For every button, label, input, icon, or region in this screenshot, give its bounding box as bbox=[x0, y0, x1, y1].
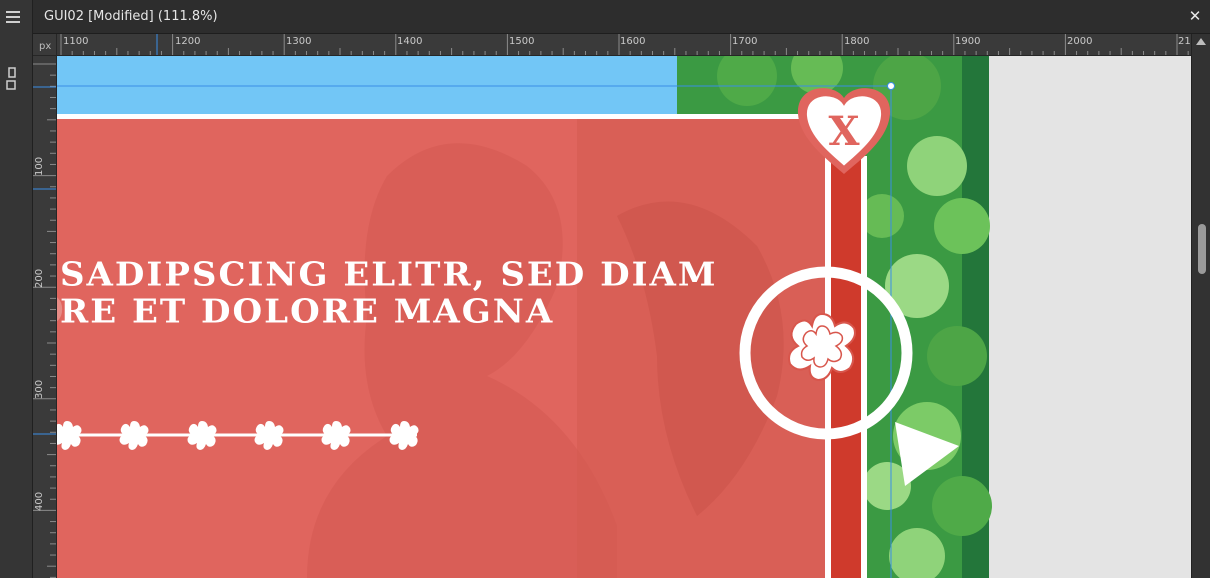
headline-line-1[interactable]: SADIPSCING ELITR, SED DIAM bbox=[60, 256, 718, 294]
v-ruler-label: 100 bbox=[34, 156, 45, 176]
h-ruler-label: 21 bbox=[1178, 36, 1191, 47]
h-ruler-label: 2000 bbox=[1067, 36, 1093, 47]
h-ruler-label: 1400 bbox=[397, 36, 423, 47]
guide-handle[interactable] bbox=[887, 82, 895, 90]
v-ruler-label: 400 bbox=[34, 491, 45, 511]
h-ruler-label: 1800 bbox=[844, 36, 870, 47]
h-ruler-label: 1700 bbox=[732, 36, 758, 47]
h-ruler-label: 1100 bbox=[63, 36, 89, 47]
v-ruler-label: 200 bbox=[34, 268, 45, 288]
close-x-label: X bbox=[828, 108, 859, 155]
left-toolbar bbox=[0, 0, 33, 578]
document-tab-bar: GUI02 [Modified] (111.8%) ✕ bbox=[33, 0, 1210, 34]
horizontal-ruler[interactable]: 1100 1200 1300 1400 1500 1600 1700 1800 … bbox=[57, 34, 1191, 56]
scrollbar-thumb[interactable] bbox=[1198, 224, 1206, 274]
h-ruler-label: 1900 bbox=[955, 36, 981, 47]
design-canvas[interactable]: X O SADIPSCING ELITR, SED DIAM RE ET DOL… bbox=[57, 56, 1191, 578]
document-title[interactable]: GUI02 [Modified] (111.8%) bbox=[44, 9, 218, 24]
sakura-flower-icon[interactable] bbox=[788, 312, 856, 382]
vertical-ruler[interactable]: 100 200 300 400 bbox=[33, 56, 57, 578]
ruler-corner[interactable]: px bbox=[33, 34, 57, 56]
hamburger-menu-icon[interactable] bbox=[4, 8, 22, 26]
h-ruler-label: 1300 bbox=[286, 36, 312, 47]
crop-tool-icon[interactable] bbox=[5, 66, 19, 92]
headline-line-2[interactable]: RE ET DOLORE MAGNA bbox=[60, 293, 554, 331]
h-ruler-label: 1600 bbox=[620, 36, 646, 47]
red-dialog-panel bbox=[57, 114, 827, 578]
ruler-unit-label: px bbox=[39, 41, 52, 52]
chevron-up-icon[interactable] bbox=[1196, 38, 1206, 45]
h-ruler-label: 1200 bbox=[175, 36, 201, 47]
vertical-scrollbar[interactable] bbox=[1191, 34, 1210, 578]
close-icon[interactable]: ✕ bbox=[1186, 6, 1204, 26]
v-ruler-label: 300 bbox=[34, 379, 45, 399]
h-ruler-label: 1500 bbox=[509, 36, 535, 47]
